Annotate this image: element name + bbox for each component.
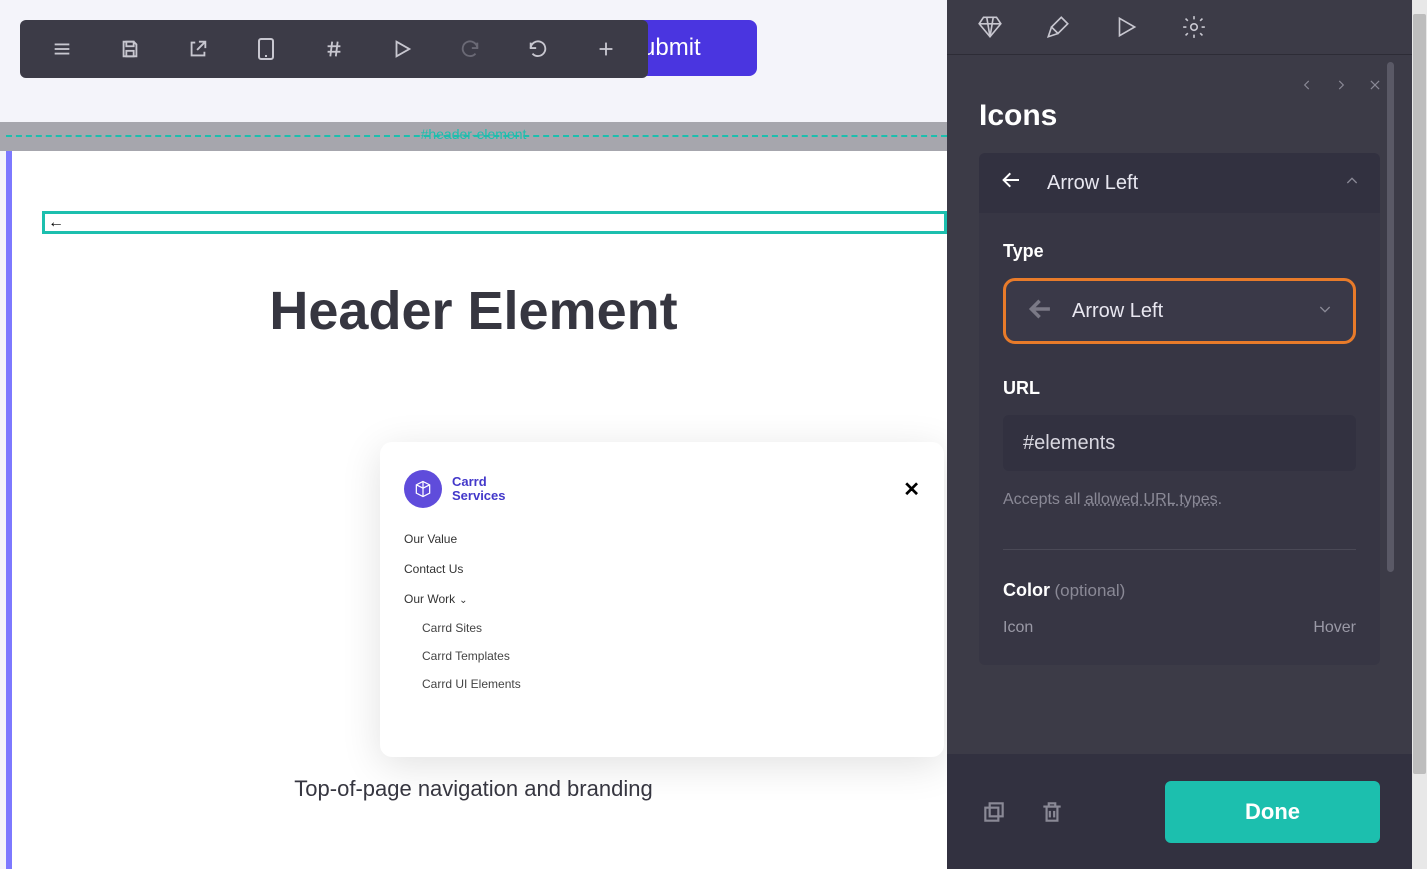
page-scrollbar-thumb[interactable] — [1413, 14, 1426, 774]
tab-element[interactable] — [977, 14, 1003, 40]
card-logo: Carrd Services — [404, 470, 506, 508]
color-icon-label: Icon — [1003, 619, 1033, 637]
redo-icon — [459, 38, 481, 60]
duplicate-icon — [981, 799, 1007, 825]
page-heading: Header Element — [0, 280, 947, 342]
arrow-left-icon: ← — [48, 214, 64, 232]
submenu-carrd-sites[interactable]: Carrd Sites — [404, 614, 920, 642]
hash-icon — [323, 38, 345, 60]
editor-canvas: Submit #header-element ← Header Element … — [0, 0, 947, 869]
selected-icon-element[interactable] — [42, 211, 947, 234]
main-toolbar — [20, 20, 648, 78]
header-element-id-label: #header-element — [413, 126, 535, 142]
add-button[interactable] — [572, 20, 640, 78]
done-button[interactable]: Done — [1165, 781, 1380, 843]
divider — [1003, 549, 1356, 550]
color-field-label: Color (optional) — [1003, 580, 1356, 601]
undo-icon — [527, 38, 549, 60]
tab-appearance[interactable] — [1045, 14, 1071, 40]
type-select[interactable]: Arrow Left — [1003, 278, 1356, 344]
tab-settings[interactable] — [1181, 14, 1207, 40]
panel-nav — [1300, 78, 1382, 97]
arrow-left-bold-icon — [999, 168, 1023, 198]
plus-icon — [595, 38, 617, 60]
brand-line-1: Carrd — [452, 475, 506, 489]
chevron-up-icon — [1344, 173, 1360, 194]
anchor-button[interactable] — [300, 20, 368, 78]
delete-button[interactable] — [1037, 797, 1067, 827]
chevron-right-icon — [1334, 78, 1348, 92]
menu-button[interactable] — [28, 20, 96, 78]
gear-icon — [1181, 14, 1207, 40]
page-scrollbar[interactable] — [1412, 0, 1427, 869]
panel-scrollbar-thumb[interactable] — [1387, 62, 1394, 572]
panel-tab-bar — [947, 0, 1412, 55]
url-hint-link[interactable]: allowed URL types — [1085, 491, 1218, 508]
tab-animation[interactable] — [1113, 14, 1139, 40]
external-link-icon — [187, 38, 209, 60]
chevron-down-icon — [1317, 301, 1333, 322]
submenu-carrd-templates[interactable]: Carrd Templates — [404, 642, 920, 670]
arrow-left-preview-icon — [1026, 295, 1054, 328]
panel-scrollbar[interactable] — [1387, 0, 1395, 720]
mobile-icon — [257, 37, 275, 61]
card-close-button[interactable]: ✕ — [903, 477, 920, 502]
preview-button[interactable] — [368, 20, 436, 78]
save-icon — [119, 38, 141, 60]
accordion-header[interactable]: Arrow Left — [979, 153, 1380, 213]
chevron-down-icon: ⌄ — [459, 595, 467, 606]
open-button[interactable] — [164, 20, 232, 78]
panel-footer: Done — [947, 754, 1412, 869]
accordion-body: Type Arrow Left URL #elements Accepts al… — [979, 213, 1380, 665]
save-button[interactable] — [96, 20, 164, 78]
redo-button[interactable] — [436, 20, 504, 78]
accordion-title: Arrow Left — [1047, 172, 1320, 195]
play-outline-icon — [1113, 14, 1139, 40]
hamburger-icon — [51, 38, 73, 60]
diamond-icon — [977, 14, 1003, 40]
chevron-left-icon — [1300, 78, 1314, 92]
play-icon — [391, 38, 413, 60]
brand-line-2: Services — [452, 489, 506, 503]
trash-icon — [1039, 799, 1065, 825]
url-hint: Accepts all allowed URL types. — [1003, 491, 1356, 509]
submenu-carrd-ui-elements[interactable]: Carrd UI Elements — [404, 670, 920, 698]
type-field-label: Type — [1003, 241, 1356, 262]
color-hover-label: Hover — [1313, 619, 1356, 637]
panel-close-button[interactable] — [1368, 78, 1382, 97]
menu-item-contact-us[interactable]: Contact Us — [404, 554, 920, 584]
mobile-view-button[interactable] — [232, 20, 300, 78]
panel-prev-button[interactable] — [1300, 78, 1314, 97]
brush-icon — [1045, 14, 1071, 40]
menu-item-our-value[interactable]: Our Value — [404, 524, 920, 554]
panel-next-button[interactable] — [1334, 78, 1348, 97]
properties-panel: Icons Arrow Left Type Arrow Left URL #el… — [947, 0, 1412, 869]
url-field-label: URL — [1003, 378, 1356, 399]
close-icon — [1368, 78, 1382, 92]
url-input[interactable]: #elements — [1003, 415, 1356, 471]
cube-logo-icon — [404, 470, 442, 508]
menu-item-our-work[interactable]: Our Work⌄ — [404, 584, 920, 614]
page-caption: Top-of-page navigation and branding — [0, 776, 947, 802]
undo-button[interactable] — [504, 20, 572, 78]
panel-title: Icons — [947, 55, 1412, 153]
duplicate-button[interactable] — [979, 797, 1009, 827]
type-select-value: Arrow Left — [1072, 300, 1299, 323]
preview-card: Carrd Services ✕ Our Value Contact Us Ou… — [380, 442, 944, 757]
